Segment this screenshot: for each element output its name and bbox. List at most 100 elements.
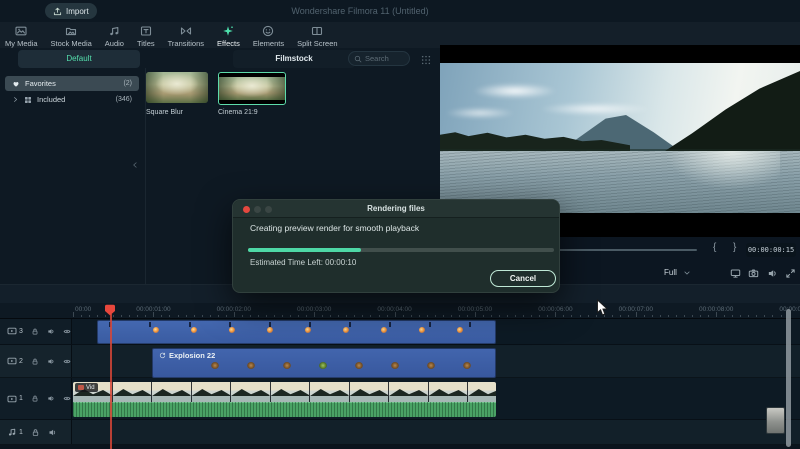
track-number: 3 [19, 327, 23, 335]
explosion-sprite [211, 362, 219, 369]
track-header: 1 [0, 420, 72, 444]
video-clip-badge: Vid [75, 383, 98, 392]
collapse-panel-icon[interactable] [131, 161, 139, 169]
search-bar[interactable] [348, 51, 410, 66]
preview-video[interactable] [440, 63, 800, 213]
effect-thumbnail [146, 72, 208, 103]
explosion-sprite [427, 362, 435, 369]
progress-bar [248, 248, 554, 252]
clip-frame-thumbnail [191, 382, 231, 402]
progress-fill [248, 248, 362, 252]
eye-icon[interactable] [63, 394, 71, 403]
ruler-tick [732, 314, 734, 317]
mouse-cursor [597, 299, 609, 316]
mark-out-button[interactable]: } [733, 242, 736, 253]
effect-name: Square Blur [146, 109, 183, 116]
ruler-tick [563, 314, 565, 317]
timeline-clip-explosion[interactable]: Explosion 22 [152, 348, 496, 378]
eye-icon[interactable] [63, 327, 71, 336]
lock-icon[interactable] [31, 357, 39, 366]
explosion-sprite [191, 327, 197, 333]
ruler-tick [708, 314, 710, 317]
ruler-tick [611, 314, 613, 317]
display-icon[interactable] [730, 268, 741, 279]
keyframe-dash [189, 322, 191, 327]
mark-in-button[interactable]: { [713, 242, 716, 253]
heart-icon [12, 80, 20, 88]
clip-frame-thumbnail [468, 382, 496, 402]
ruler-tick [97, 314, 99, 317]
fullscreen-icon[interactable] [785, 268, 796, 279]
ruler-tick [394, 312, 396, 317]
eye-icon[interactable] [63, 357, 71, 366]
speaker-icon[interactable] [47, 327, 55, 336]
track-number: 1 [19, 395, 23, 402]
ruler-tick [241, 314, 243, 317]
ruler-tick [523, 314, 525, 317]
ruler-tick [692, 314, 694, 317]
sidebar-item-included[interactable]: Included (346) [5, 92, 139, 107]
playhead-handle[interactable] [104, 304, 116, 316]
ruler-tick [354, 314, 356, 317]
waveform-texture [73, 402, 496, 417]
keyframe-dash [389, 322, 391, 327]
track-type: 2 [7, 356, 23, 366]
ruler-tick [418, 314, 420, 317]
explosion-sprite [305, 327, 311, 333]
ruler-tick [129, 314, 131, 317]
vertical-scrollbar[interactable] [786, 309, 791, 447]
keyframe-dash [429, 322, 431, 327]
effect-card-square-blur[interactable] [146, 72, 208, 103]
track-row-audio-1[interactable]: 1 [0, 420, 800, 445]
ruler-tick [338, 314, 340, 317]
ruler-tick [659, 314, 661, 317]
thumbnail-mountain [428, 389, 467, 396]
speaker-icon[interactable] [47, 394, 55, 403]
ruler-tick [233, 312, 235, 317]
ruler-tick [579, 314, 581, 317]
ruler-tick [169, 314, 171, 317]
timeline-clip-video[interactable] [73, 382, 496, 402]
effect-card-cinema-219[interactable] [218, 72, 286, 105]
tab-label: Transitions [167, 39, 205, 48]
lock-icon[interactable] [31, 394, 39, 403]
lock-icon[interactable] [31, 327, 39, 336]
layout-grid-icon[interactable] [421, 55, 431, 65]
ruler-tick [274, 314, 275, 317]
tab-filmstock[interactable]: Filmstock [233, 50, 355, 68]
volume-icon[interactable] [767, 268, 778, 279]
audio-icon [108, 25, 120, 37]
clip-frame-thumbnail [270, 382, 310, 402]
timeline: 3 2 1 1 00:00 00:00:01:00 00:00:02:00 00:00:03… [0, 303, 800, 449]
timeline-clip-audio-waveform[interactable] [73, 402, 496, 417]
ruler-tick [507, 314, 509, 317]
speaker-icon[interactable] [47, 357, 55, 366]
explosion-sprite [319, 362, 327, 369]
ruler-tick [185, 314, 187, 317]
video-track-icon [7, 326, 17, 336]
mini-clip-thumbnail[interactable] [766, 407, 785, 434]
zoom-level-value: Full [664, 268, 677, 277]
clip-frame-thumbnail [428, 382, 468, 402]
tab-default[interactable]: Default [18, 50, 140, 68]
dialog-title-bar[interactable]: Rendering files [233, 200, 559, 218]
preview-zoom-select[interactable]: Full [664, 268, 691, 277]
ruler-tick [161, 314, 163, 317]
playhead-line[interactable] [110, 314, 112, 449]
ruler-tick [249, 314, 251, 317]
chevron-right-icon[interactable] [12, 96, 19, 103]
timeline-clip-overlay-effects[interactable] [97, 320, 496, 344]
explosion-sprite [457, 327, 463, 333]
cancel-button[interactable]: Cancel [490, 270, 556, 287]
ruler-tick [402, 314, 404, 317]
snapshot-icon[interactable] [748, 268, 759, 279]
tab-label: Elements [252, 39, 285, 48]
sidebar-item-favorites[interactable]: Favorites (2) [5, 76, 139, 91]
ruler-tick [555, 312, 557, 317]
timeline-ruler[interactable]: 00:00 00:00:01:00 00:00:02:00 00:00:03:00 00… [0, 303, 800, 319]
lock-icon[interactable] [31, 428, 40, 437]
ruler-tick [121, 314, 123, 317]
search-input[interactable] [365, 54, 404, 63]
speaker-icon[interactable] [48, 428, 57, 437]
track-type: 1 [7, 394, 23, 404]
